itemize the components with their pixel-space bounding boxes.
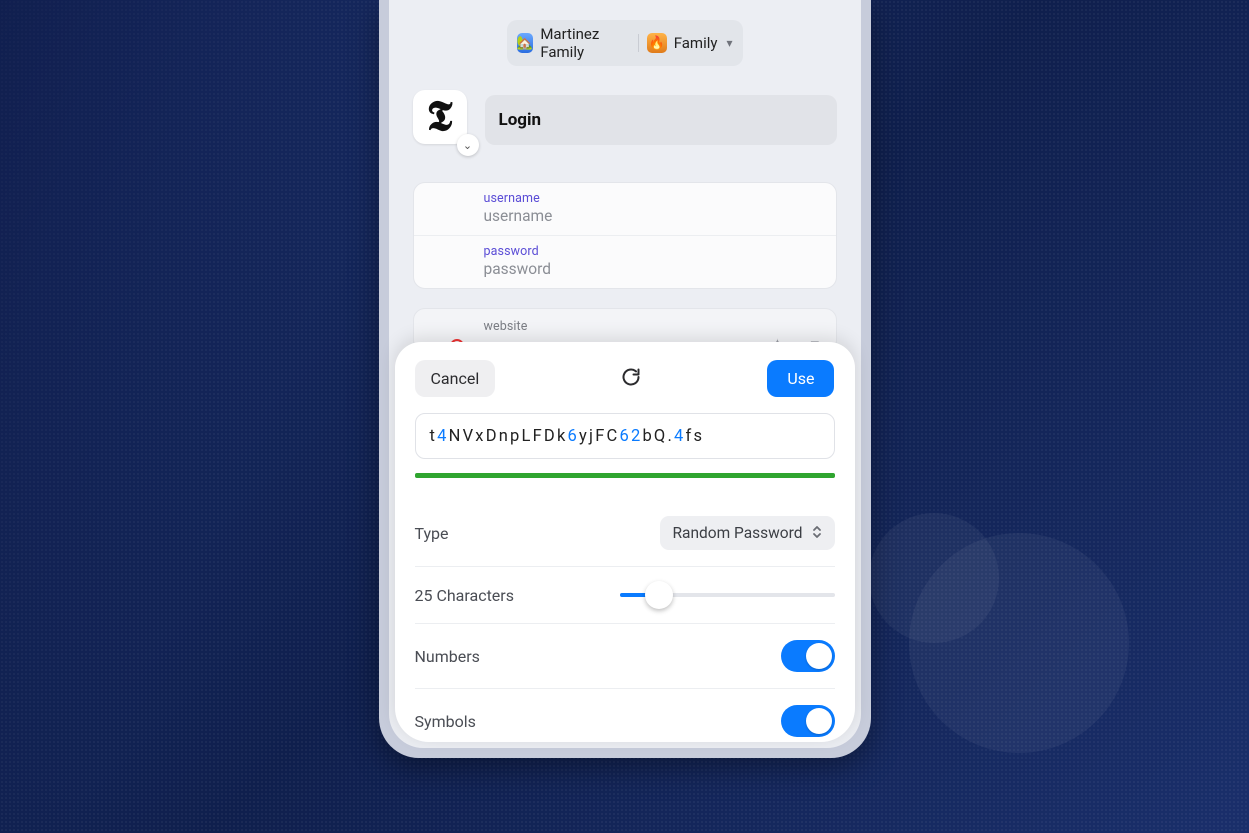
vault-selector[interactable]: 🏡 Martinez Family 🔥 Family ▾ xyxy=(507,20,743,66)
symbols-toggle[interactable] xyxy=(781,705,835,737)
length-slider[interactable] xyxy=(620,583,835,607)
numbers-toggle[interactable] xyxy=(781,640,835,672)
password-field[interactable]: password password xyxy=(414,236,836,288)
website-label: website xyxy=(484,319,820,334)
slider-thumb[interactable] xyxy=(645,581,673,609)
regenerate-button[interactable] xyxy=(621,367,641,391)
vault-separator xyxy=(638,34,639,52)
username-placeholder: username xyxy=(484,207,820,225)
chevron-down-icon[interactable]: ⌄ xyxy=(457,134,479,156)
site-icon: 𝕿 xyxy=(413,90,467,144)
length-label: 25 Characters xyxy=(415,586,514,605)
type-label: Type xyxy=(415,524,449,543)
symbols-row: Symbols xyxy=(415,689,835,753)
username-label: username xyxy=(484,191,820,206)
numbers-row: Numbers xyxy=(415,624,835,689)
refresh-icon xyxy=(621,367,641,387)
vault-primary[interactable]: 🏡 Martinez Family xyxy=(517,25,630,61)
vault-primary-icon: 🏡 xyxy=(517,33,534,53)
app-background: 🏡 Martinez Family 🔥 Family ▾ 𝕿 ⌄ Login u… xyxy=(389,0,861,748)
password-label: password xyxy=(484,244,820,259)
password-generator-sheet: Cancel Use t4NVxDnpLFDk6yjFC62bQ.4fs Typ… xyxy=(395,342,855,742)
type-value: Random Password xyxy=(672,524,802,542)
item-icon-picker[interactable]: 𝕿 ⌄ xyxy=(413,90,473,150)
length-row: 25 Characters xyxy=(415,567,835,624)
item-title-field[interactable]: Login xyxy=(485,95,837,145)
cancel-button[interactable]: Cancel xyxy=(415,360,496,397)
up-down-icon xyxy=(811,525,823,541)
item-title: Login xyxy=(499,110,542,130)
vault-secondary-label: Family xyxy=(674,34,718,52)
numbers-label: Numbers xyxy=(415,647,480,666)
generated-password[interactable]: t4NVxDnpLFDk6yjFC62bQ.4fs xyxy=(415,413,835,459)
username-field[interactable]: username username xyxy=(414,183,836,236)
password-placeholder: password xyxy=(484,260,820,278)
credentials-card: username username password password xyxy=(413,182,837,289)
chevron-down-icon: ▾ xyxy=(726,36,732,50)
symbols-label: Symbols xyxy=(415,712,476,731)
vault-secondary-icon: 🔥 xyxy=(647,33,667,53)
vault-secondary[interactable]: 🔥 Family ▾ xyxy=(647,33,733,53)
use-button[interactable]: Use xyxy=(767,360,834,397)
type-row: Type Random Password xyxy=(415,500,835,567)
phone-frame: 🏡 Martinez Family 🔥 Family ▾ 𝕿 ⌄ Login u… xyxy=(379,0,871,758)
vault-primary-label: Martinez Family xyxy=(540,25,630,61)
type-select[interactable]: Random Password xyxy=(660,516,834,550)
strength-meter xyxy=(415,473,835,478)
